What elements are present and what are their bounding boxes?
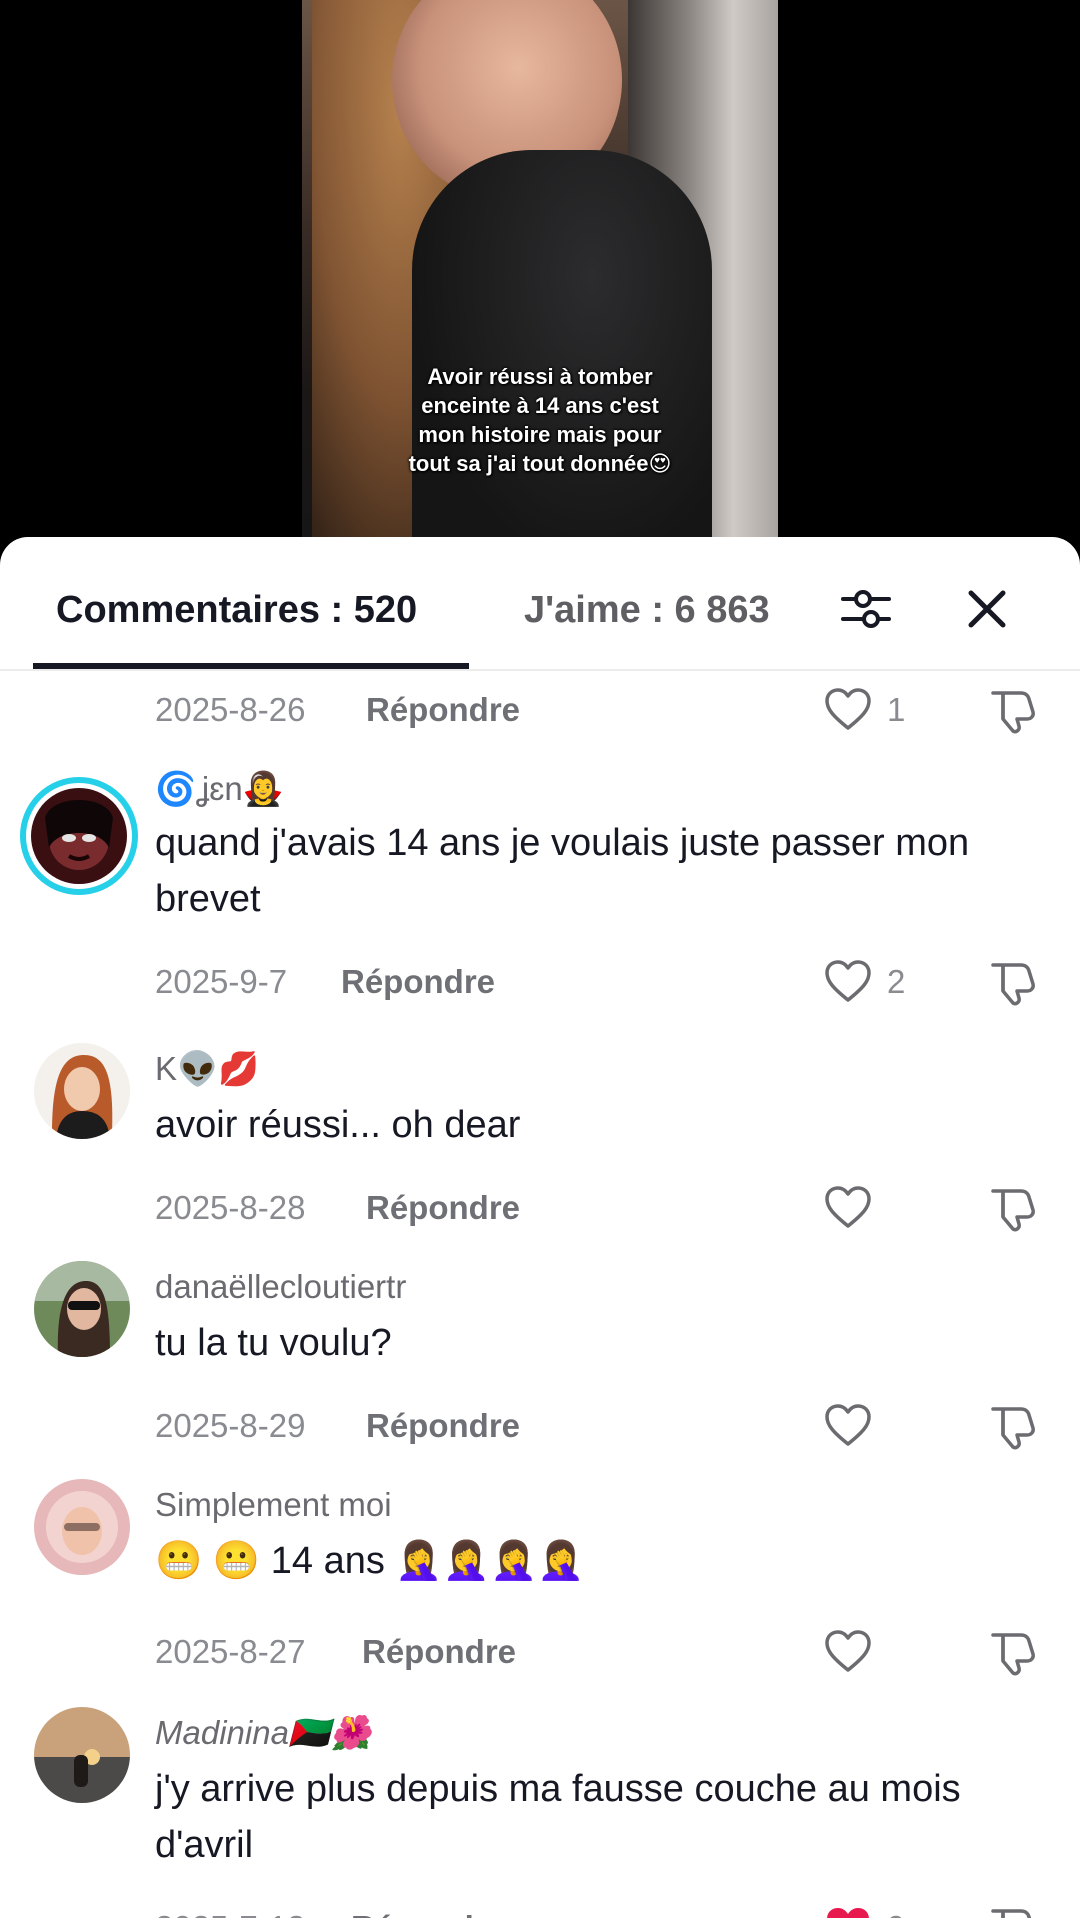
caption-line: Avoir réussi à tomber [427, 364, 653, 389]
filter-button[interactable] [834, 577, 898, 641]
comment-text: j'y arrive plus depuis ma fausse couche … [155, 1768, 961, 1866]
avatar[interactable] [34, 1261, 130, 1357]
comment-date: 2025-8-27 [155, 1633, 306, 1670]
avatar[interactable] [34, 1479, 130, 1575]
heart-icon[interactable] [823, 1627, 873, 1677]
comment-meta: 2025-8-28 Répondre [155, 1183, 1055, 1233]
comment-meta: 2025-8-29 Répondre [155, 1401, 1055, 1451]
comment-meta: 2025-8-26 Répondre 1 [155, 685, 1055, 735]
avatar[interactable] [34, 1043, 130, 1139]
comment-username[interactable]: 🌀ʝɛn🧛‍♀️ [155, 769, 284, 809]
comment-date: 2025-8-28 [155, 1189, 306, 1226]
reply-button[interactable]: Répondre [341, 963, 495, 1001]
comments-sheet: Commentaires : 520 J'aime : 6 863 2025-8… [0, 537, 1080, 1918]
sheet-tabs: Commentaires : 520 J'aime : 6 863 [0, 537, 1080, 671]
avatar[interactable] [31, 788, 127, 884]
reply-button[interactable]: Répondre [366, 1189, 520, 1227]
caption-line: mon histoire mais pour [418, 422, 662, 447]
comment-username[interactable]: Madinina🇲🇶🌺 [155, 1713, 371, 1753]
comment-meta: 2025-9-7 Répondre 2 [155, 957, 1055, 1007]
comment-text: avoir réussi... oh dear [155, 1104, 521, 1146]
caption-line: tout sa j'ai tout donnée😍 [408, 451, 672, 476]
like-count: 2 [887, 963, 906, 1000]
dislike-icon[interactable] [987, 685, 1037, 735]
heart-icon[interactable] [823, 685, 873, 735]
tab-comments[interactable]: Commentaires : 520 [56, 587, 417, 633]
comment-username[interactable]: danaëllecloutiertr [155, 1267, 406, 1307]
tab-likes[interactable]: J'aime : 6 863 [524, 587, 770, 633]
active-tab-indicator [33, 663, 469, 669]
like-count: 9 [887, 1909, 905, 1918]
video-caption: Avoir réussi à tomber enceinte à 14 ans … [302, 362, 778, 478]
comment-date: 2025-8-26 [155, 691, 306, 728]
dislike-icon[interactable] [987, 1627, 1037, 1677]
comment-meta: 2025-7-13 Répondre 9 [155, 1903, 1055, 1918]
reply-button[interactable]: Répondre [366, 1407, 520, 1445]
sliders-icon [841, 590, 891, 628]
reply-button[interactable]: Répondre [366, 691, 520, 729]
video-player[interactable]: Avoir réussi à tomber enceinte à 14 ans … [0, 0, 1080, 560]
heart-filled-icon[interactable] [823, 1903, 873, 1918]
avatar-image [31, 788, 127, 884]
dislike-icon[interactable] [987, 1903, 1037, 1918]
comment-meta: 2025-8-27 Répondre [155, 1627, 1055, 1677]
comment-date: 2025-9-7 [155, 963, 288, 1000]
comment-text: tu la tu voulu? [155, 1322, 392, 1364]
caption-line: enceinte à 14 ans c'est [421, 393, 659, 418]
avatar-image [34, 1707, 130, 1803]
dislike-icon[interactable] [987, 1183, 1037, 1233]
heart-icon[interactable] [823, 1183, 873, 1233]
video-subject-shirt [412, 150, 712, 560]
reply-button[interactable]: Répondre [351, 1909, 505, 1918]
dislike-icon[interactable] [987, 1401, 1037, 1451]
avatar-image [34, 1261, 130, 1357]
dislike-icon[interactable] [987, 957, 1037, 1007]
screen: Avoir réussi à tomber enceinte à 14 ans … [0, 0, 1080, 1918]
avatar-image [34, 1479, 130, 1575]
avatar[interactable] [34, 1707, 130, 1803]
heart-icon[interactable] [823, 1401, 873, 1451]
heart-icon[interactable] [823, 957, 873, 1007]
reply-button[interactable]: Répondre [362, 1633, 516, 1671]
comment-text: quand j'avais 14 ans je voulais juste pa… [155, 822, 970, 920]
comment-username[interactable]: K👽💋 [155, 1049, 259, 1089]
like-count: 1 [887, 691, 906, 728]
comment-date: 2025-8-29 [155, 1407, 306, 1444]
close-button[interactable] [955, 577, 1019, 641]
comment-date: 2025-7-13 [155, 1909, 305, 1918]
comment-username[interactable]: Simplement moi [155, 1485, 392, 1525]
comment-text: 😬 😬 14 ans 🤦‍♀️🤦‍♀️🤦‍♀️🤦‍♀️ [155, 1540, 585, 1582]
avatar-image [34, 1043, 130, 1139]
close-icon [968, 590, 1006, 628]
